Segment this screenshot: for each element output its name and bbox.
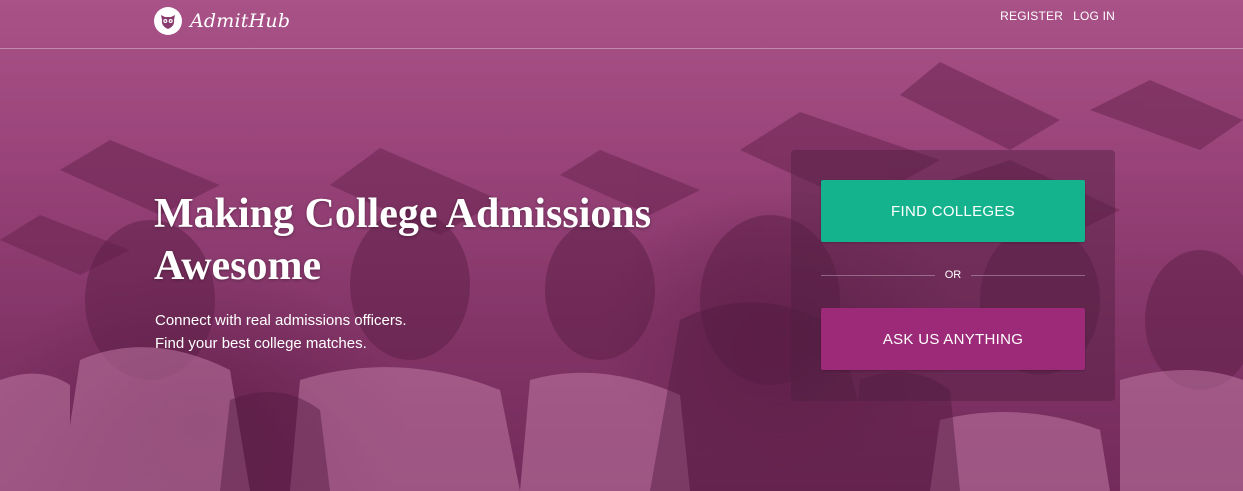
brand-logo-link[interactable]: AdmitHub xyxy=(154,7,290,35)
divider-line-right xyxy=(971,274,1085,276)
brand-name: AdmitHub xyxy=(190,10,291,32)
hero-subtitle-line-2: Find your best college matches. xyxy=(155,335,367,352)
or-label: OR xyxy=(944,269,962,281)
hero-subtitle: Connect with real admissions officers. F… xyxy=(155,309,555,355)
hero-headline-line-1: Making College Admissions xyxy=(154,191,652,237)
ask-us-anything-button[interactable]: ASK US ANYTHING xyxy=(821,308,1085,370)
owl-logo-icon xyxy=(154,7,182,35)
cta-panel: FIND COLLEGES OR ASK US ANYTHING xyxy=(791,150,1115,401)
divider-line-left xyxy=(821,274,935,276)
hero-headline: Making College Admissions Awesome xyxy=(154,188,754,292)
hero-headline-line-2: Awesome xyxy=(154,243,322,289)
top-navigation-bar: AdmitHub REGISTER LOG IN xyxy=(0,0,1243,49)
find-colleges-button[interactable]: FIND COLLEGES xyxy=(821,180,1085,242)
register-link[interactable]: REGISTER xyxy=(1000,9,1063,23)
account-nav: REGISTER LOG IN xyxy=(1000,9,1115,23)
or-divider: OR xyxy=(821,266,1085,284)
login-link[interactable]: LOG IN xyxy=(1073,9,1115,23)
hero-subtitle-line-1: Connect with real admissions officers. xyxy=(155,312,407,329)
